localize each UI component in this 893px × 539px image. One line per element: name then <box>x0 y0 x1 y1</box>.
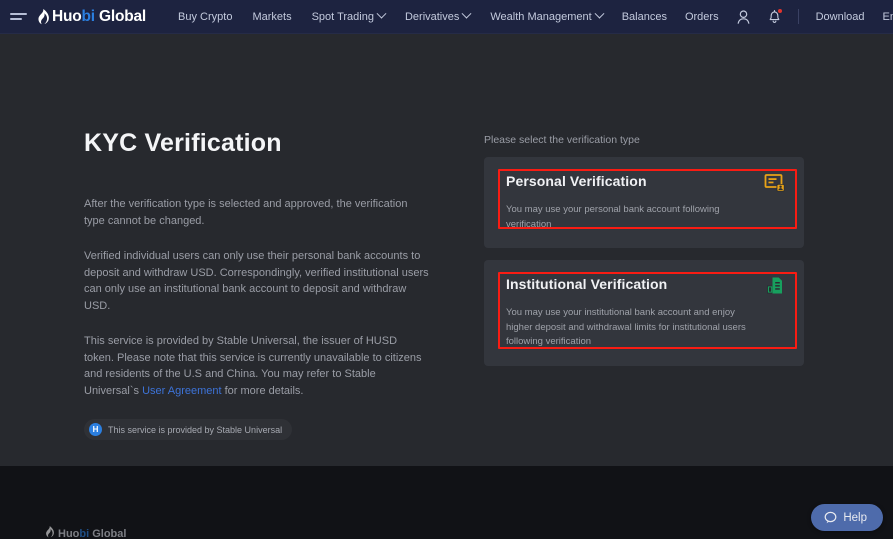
institutional-verification-card[interactable]: Institutional Verification You may use y… <box>484 260 804 366</box>
content-inner: KYC Verification After the verification … <box>0 34 893 466</box>
brand-text: Huobi Global <box>52 7 147 25</box>
nav-item-markets[interactable]: Markets <box>242 0 301 34</box>
id-card-orange-icon <box>764 172 786 194</box>
top-navigation-bar: Huobi Global Buy Crypto Markets Spot Tra… <box>0 0 893 34</box>
nav-label: Wealth Management <box>490 10 592 23</box>
verification-type-column: Please select the verification type Pers… <box>484 134 804 378</box>
page-title: KYC Verification <box>84 129 282 157</box>
stable-universal-badge: H This service is provided by Stable Uni… <box>84 419 293 440</box>
info-paragraph-1: After the verification type is selected … <box>84 198 408 227</box>
notifications-button[interactable] <box>759 0 790 34</box>
user-agreement-link[interactable]: User Agreement <box>142 385 221 397</box>
help-button-label: Help <box>843 511 867 524</box>
personal-card-title: Personal Verification <box>506 173 647 189</box>
huobi-global-logo[interactable]: Huobi Global <box>37 8 146 26</box>
nav-item-spot-trading[interactable]: Spot Trading <box>302 0 395 34</box>
chat-bubble-icon <box>824 511 837 524</box>
info-paragraph-2: Verified individual users can only use t… <box>84 250 429 312</box>
huobi-circle-icon: H <box>89 423 102 436</box>
account-button[interactable] <box>728 0 759 34</box>
service-disclaimer: This service is provided by Stable Unive… <box>84 333 429 399</box>
personal-card-content: Personal Verification You may use your p… <box>506 173 786 232</box>
person-icon <box>737 9 750 24</box>
flame-icon <box>37 8 49 25</box>
personal-card-description: You may use your personal bank account f… <box>506 204 720 230</box>
main-nav: Buy Crypto Markets Spot Trading Derivati… <box>168 0 613 34</box>
nav-item-derivatives[interactable]: Derivatives <box>395 0 480 34</box>
language-label: English <box>882 10 893 23</box>
page-root: Huobi Global Buy Crypto Markets Spot Tra… <box>0 0 893 539</box>
main-content-area: KYC Verification After the verification … <box>0 34 893 466</box>
select-verification-label: Please select the verification type <box>484 134 640 146</box>
nav-item-orders[interactable]: Orders <box>676 0 728 34</box>
nav-label: Buy Crypto <box>178 10 233 23</box>
footer-brand-text: Huobi Global <box>58 528 127 539</box>
header-divider <box>797 9 799 24</box>
orders-label: Orders <box>684 10 719 23</box>
download-link[interactable]: Download <box>807 0 874 34</box>
bell-icon <box>768 9 782 24</box>
language-selector[interactable]: English <box>874 0 893 34</box>
header-right-group: Balances Orders Download En <box>613 0 893 34</box>
institutional-card-content: Institutional Verification You may use y… <box>506 276 786 350</box>
institutional-card-description: You may use your institutional bank acco… <box>506 307 746 347</box>
nav-label: Derivatives <box>404 10 460 23</box>
disclaimer-text-after: for more details. <box>221 384 304 397</box>
nav-item-balances[interactable]: Balances <box>613 0 676 34</box>
chevron-down-icon <box>376 8 387 19</box>
notification-dot-badge <box>777 9 782 13</box>
hamburger-menu-icon[interactable] <box>10 11 27 23</box>
nav-label: Markets <box>252 10 292 23</box>
nav-label: Spot Trading <box>311 10 374 23</box>
kyc-info-column: KYC Verification After the verification … <box>84 129 429 440</box>
personal-verification-card-wrapper: Personal Verification You may use your p… <box>484 157 804 248</box>
nav-item-wealth-management[interactable]: Wealth Management <box>480 0 612 34</box>
nav-item-buy-crypto[interactable]: Buy Crypto <box>168 0 242 34</box>
personal-card-header: Personal Verification <box>506 173 786 194</box>
chevron-down-icon <box>594 8 605 19</box>
help-button[interactable]: Help <box>811 504 883 531</box>
chevron-down-icon <box>461 8 472 19</box>
institutional-card-title: Institutional Verification <box>506 276 668 292</box>
institutional-verification-card-wrapper: Institutional Verification You may use y… <box>484 260 804 366</box>
badge-text: This service is provided by Stable Unive… <box>108 424 283 435</box>
building-document-green-icon <box>764 275 786 297</box>
balances-label: Balances <box>621 10 667 23</box>
footer-flame-icon <box>45 525 54 539</box>
institutional-card-header: Institutional Verification <box>506 276 786 297</box>
download-label: Download <box>815 10 865 23</box>
footer-area: Huobi Global Help <box>0 466 893 539</box>
footer-logo[interactable]: Huobi Global <box>45 525 126 539</box>
personal-verification-card[interactable]: Personal Verification You may use your p… <box>484 157 804 248</box>
